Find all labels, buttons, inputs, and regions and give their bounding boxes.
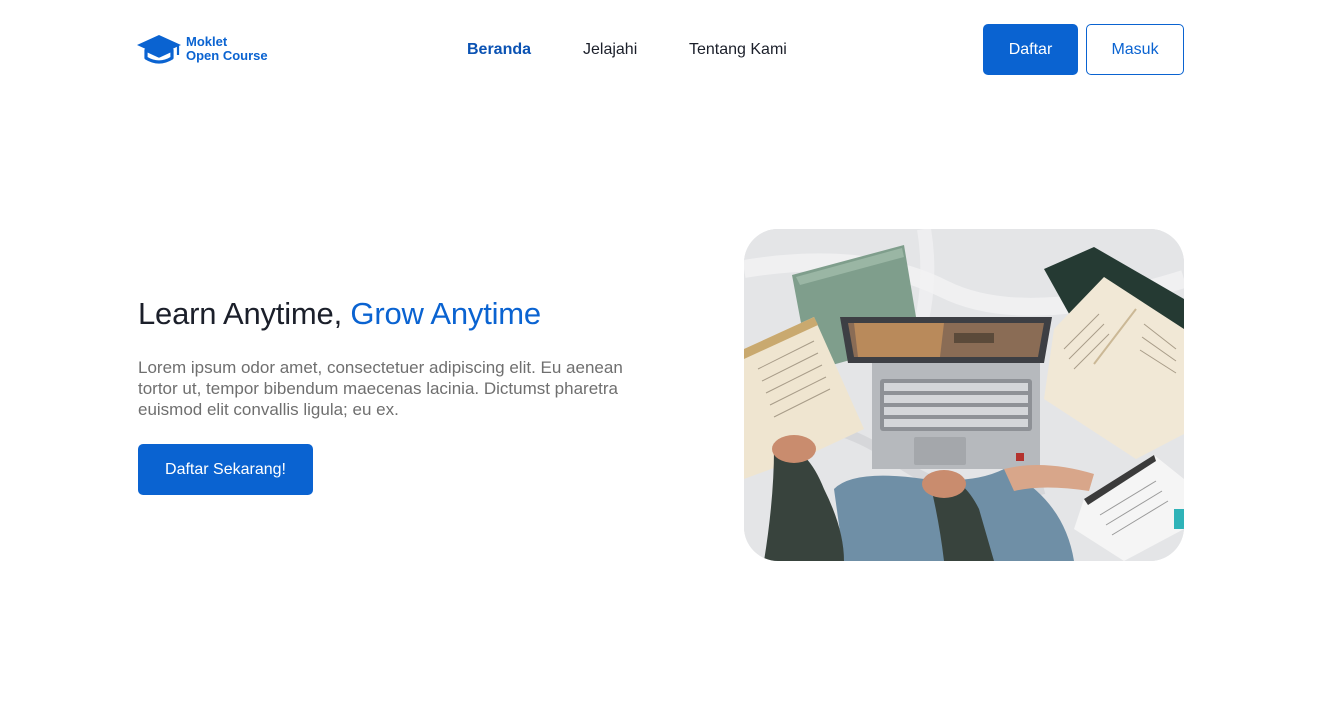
hero-title-accent: Grow Anytime	[350, 296, 541, 331]
register-now-button[interactable]: Daftar Sekarang!	[138, 444, 313, 495]
hero-description: Lorem ipsum odor amet, consectetuer adip…	[138, 358, 623, 419]
nav-item-jelajahi[interactable]: Jelajahi	[583, 39, 637, 61]
register-button[interactable]: Daftar	[983, 24, 1078, 75]
nav-item-tentang-kami[interactable]: Tentang Kami	[689, 39, 787, 61]
hero-title-main: Learn Anytime,	[138, 296, 342, 331]
hero-title: Learn Anytime, Grow Anytime	[138, 293, 541, 335]
login-button[interactable]: Masuk	[1086, 24, 1184, 75]
hero-image	[744, 229, 1184, 561]
nav-item-beranda[interactable]: Beranda	[467, 39, 531, 61]
